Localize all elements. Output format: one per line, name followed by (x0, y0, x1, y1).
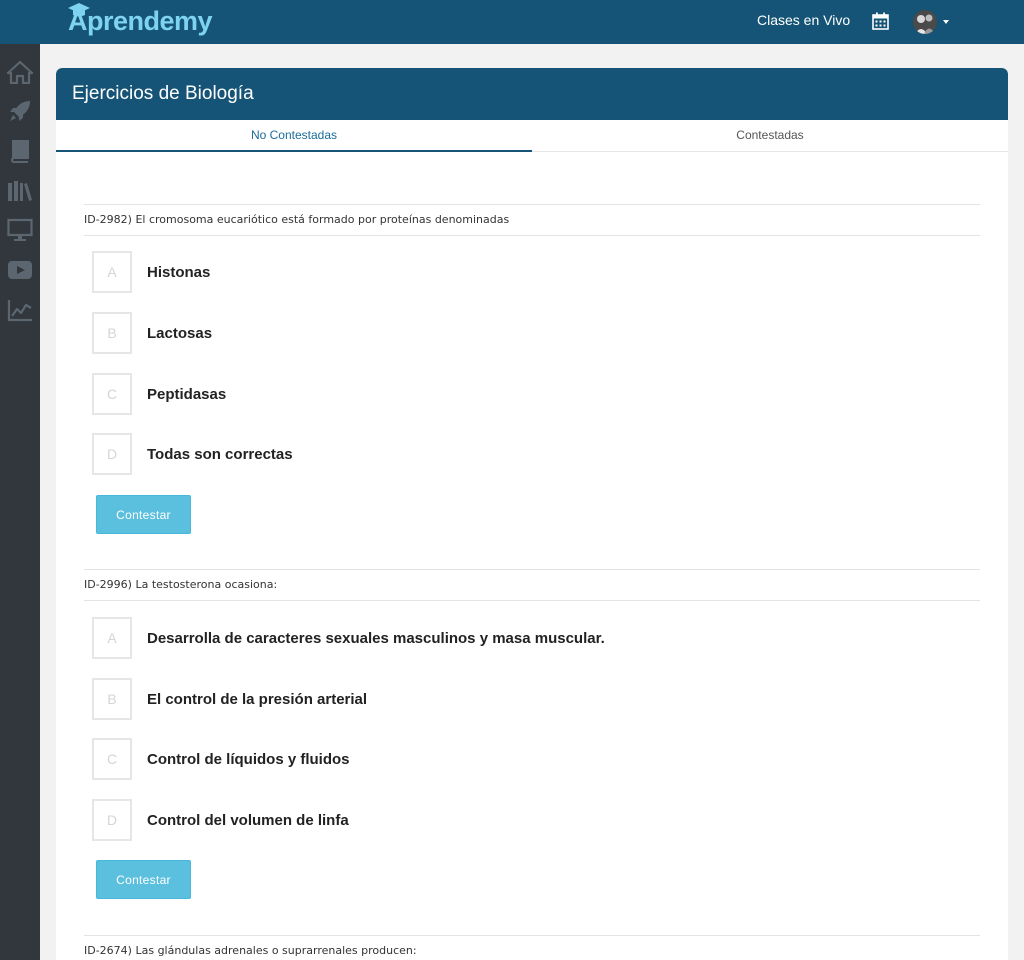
option-a[interactable]: A Desarrolla de caracteres sexuales masc… (92, 617, 605, 659)
exercises-card: Ejercicios de Biología No Contestadas Co… (56, 68, 1008, 960)
card-header: Ejercicios de Biología (56, 68, 1008, 120)
aprendemy-logo[interactable]: Aprendemy (68, 3, 213, 38)
tabs: No Contestadas Contestadas (56, 120, 1008, 152)
option-letter-box[interactable]: A (92, 617, 132, 659)
option-text: El control de la presión arterial (147, 690, 368, 708)
option-text: Peptidasas (147, 385, 227, 403)
question-2982: ID-2982) El cromosoma eucariótico está f… (84, 204, 980, 534)
question-2674: ID-2674) Las glándulas adrenales o supra… (84, 935, 980, 960)
home-icon (7, 60, 33, 84)
option-text: Desarrolla de caracteres sexuales mascul… (147, 629, 605, 647)
page-title: Ejercicios de Biología (72, 83, 254, 104)
rocket-icon (10, 101, 30, 121)
calendar-icon[interactable] (872, 12, 889, 30)
answer-button[interactable]: Contestar (96, 860, 191, 899)
option-d[interactable]: D Control del volumen de linfa (92, 799, 349, 841)
option-letter-box[interactable]: B (92, 312, 132, 354)
tab-answered[interactable]: Contestadas (532, 120, 1008, 152)
sidebar-item-monitor[interactable] (6, 216, 34, 244)
avatar (913, 10, 937, 34)
video-icon (8, 261, 32, 279)
book-icon (10, 140, 29, 163)
option-d[interactable]: D Todas son correctas (92, 433, 293, 475)
sidebar-item-home[interactable] (6, 58, 34, 86)
option-letter-box[interactable]: A (92, 251, 132, 293)
option-b[interactable]: B El control de la presión arterial (92, 678, 367, 720)
answer-button[interactable]: Contestar (96, 495, 191, 534)
question-text: ID-2996) La testosterona ocasiona: (84, 569, 980, 601)
question-text: ID-2674) Las glándulas adrenales o supra… (84, 935, 980, 960)
sidebar-item-library[interactable] (6, 177, 34, 205)
option-letter-box[interactable]: B (92, 678, 132, 720)
option-text: Control de líquidos y fluidos (147, 750, 350, 768)
question-2996: ID-2996) La testosterona ocasiona: A Des… (84, 569, 980, 899)
option-c[interactable]: C Peptidasas (92, 373, 226, 415)
question-text: ID-2982) El cromosoma eucariótico está f… (84, 204, 980, 236)
option-letter-box[interactable]: D (92, 433, 132, 475)
option-b[interactable]: B Lactosas (92, 312, 212, 354)
option-a[interactable]: A Histonas (92, 251, 210, 293)
live-classes-link[interactable]: Clases en Vivo (757, 12, 850, 28)
option-letter-box[interactable]: C (92, 373, 132, 415)
library-icon (8, 181, 32, 201)
sidebar (0, 44, 40, 960)
top-navbar: Aprendemy Clases en Vivo (0, 0, 1024, 44)
sidebar-item-stats[interactable] (6, 296, 34, 324)
tab-unanswered[interactable]: No Contestadas (56, 120, 532, 152)
graduation-cap-icon (68, 3, 90, 17)
user-menu[interactable] (913, 9, 949, 35)
option-text: Lactosas (147, 324, 213, 342)
chart-icon (7, 300, 32, 322)
option-text: Control del volumen de linfa (147, 811, 349, 829)
chevron-down-icon (943, 20, 949, 24)
option-text: Todas son correctas (147, 445, 293, 463)
option-text: Histonas (147, 263, 211, 281)
monitor-icon (7, 218, 33, 241)
option-letter-box[interactable]: C (92, 738, 132, 780)
option-c[interactable]: C Control de líquidos y fluidos (92, 738, 350, 780)
sidebar-item-video[interactable] (6, 256, 34, 284)
option-letter-box[interactable]: D (92, 799, 132, 841)
sidebar-item-book[interactable] (6, 137, 34, 165)
sidebar-item-rocket[interactable] (6, 97, 34, 125)
